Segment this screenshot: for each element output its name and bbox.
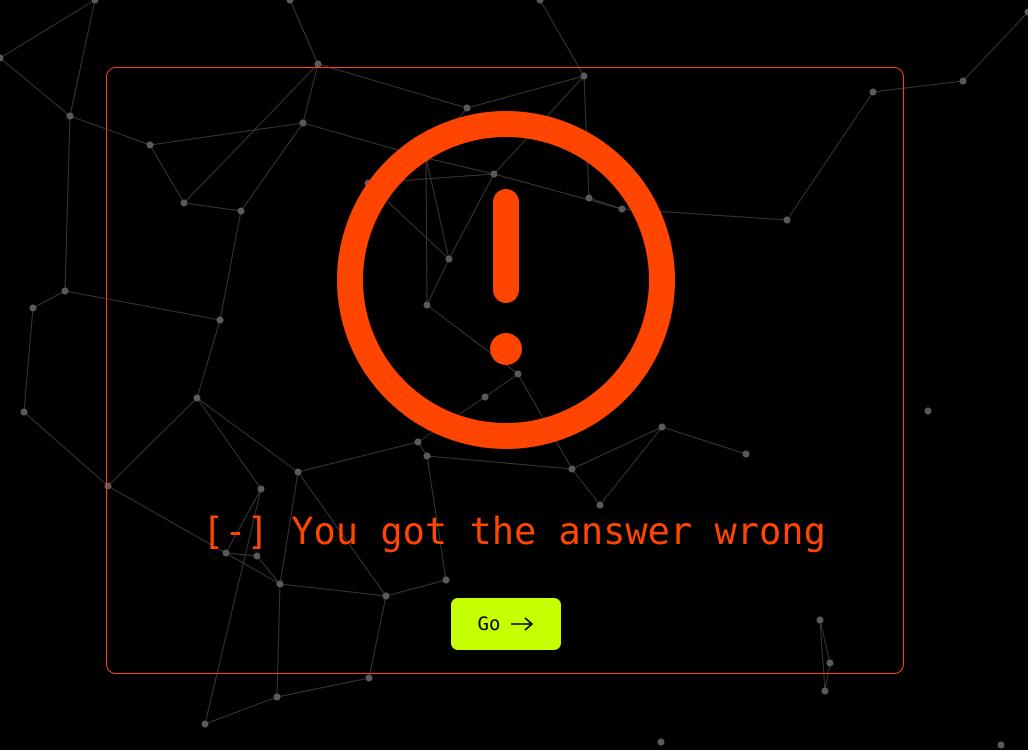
network-node [959, 77, 967, 85]
error-message: [-] You got the answer wrong [0, 506, 1028, 558]
go-button[interactable]: Go [451, 598, 561, 650]
network-edge [23, 307, 34, 413]
network-node [29, 304, 37, 312]
go-button-label: Go [477, 613, 501, 635]
network-edge [289, 0, 319, 65]
network-node [61, 287, 69, 295]
exclamation-circle-icon [337, 111, 675, 449]
network-edge [64, 115, 71, 292]
network-node [286, 0, 294, 4]
network-edge [539, 0, 585, 77]
network-edge [23, 411, 109, 487]
network-node [201, 720, 209, 728]
network-edge [69, 0, 96, 117]
network-node [365, 674, 373, 682]
network-node [66, 112, 74, 120]
network-edge [0, 0, 96, 59]
network-node [924, 407, 932, 415]
network-node [20, 408, 28, 416]
network-node [657, 738, 665, 746]
arrow-right-icon [510, 617, 534, 631]
network-node [91, 0, 99, 4]
network-node [273, 693, 281, 701]
network-edge [0, 57, 71, 117]
network-edge [204, 696, 278, 725]
network-edge [962, 11, 1028, 82]
network-edge [32, 290, 66, 309]
error-screen: [-] You got the answer wrong Go [0, 0, 1028, 750]
error-text: You got the answer wrong [291, 510, 826, 553]
error-prefix: [-] [202, 510, 269, 553]
network-node [821, 687, 829, 695]
network-edge [276, 677, 370, 698]
network-node [997, 741, 1005, 749]
network-node [536, 0, 544, 4]
